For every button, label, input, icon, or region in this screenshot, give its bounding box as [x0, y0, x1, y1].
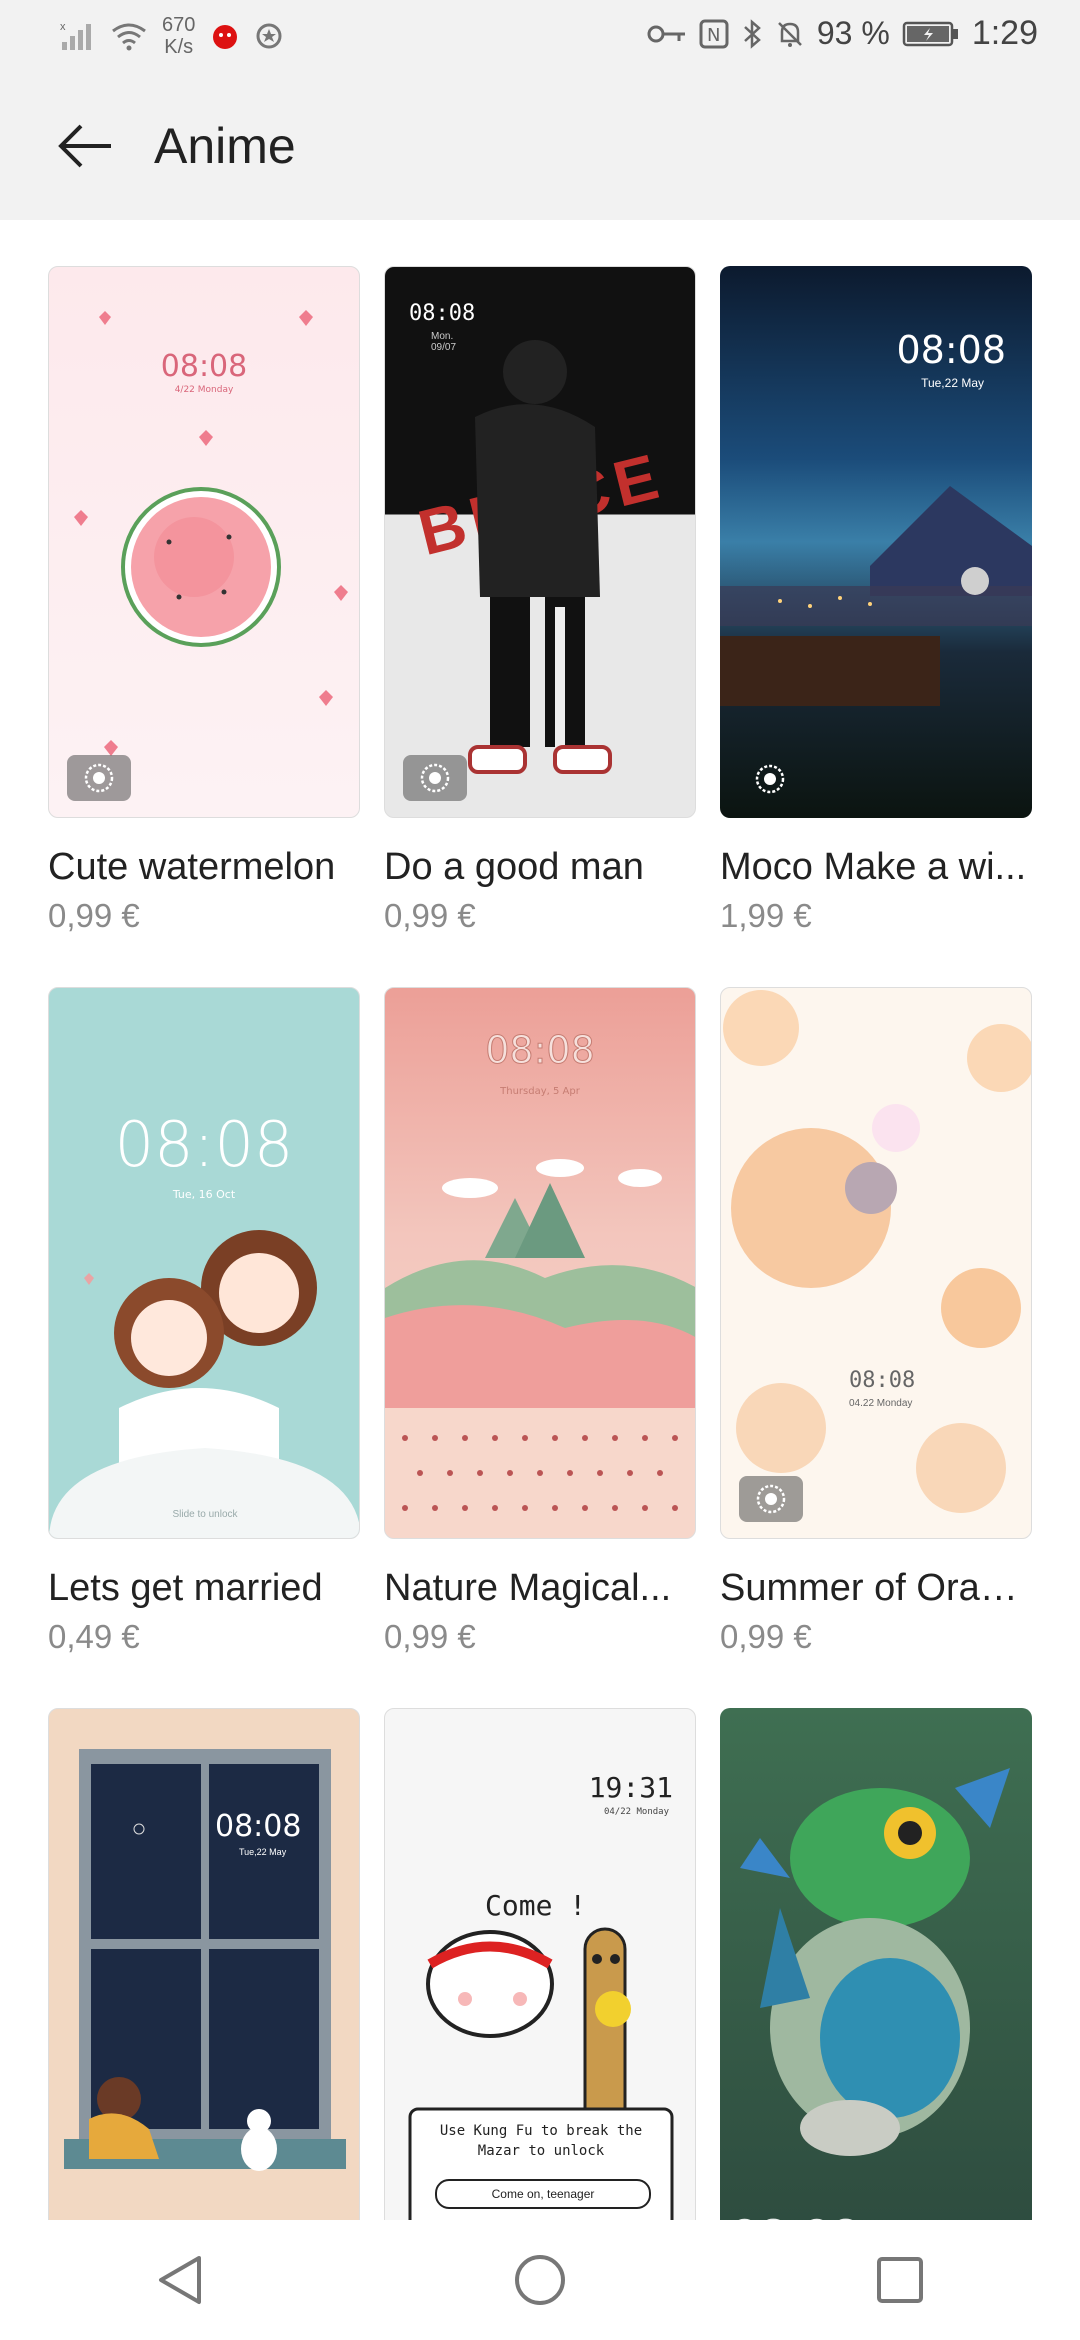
kungfu-characters-art	[408, 1927, 674, 2251]
nav-home-button[interactable]	[480, 2230, 600, 2330]
app-header: Anime	[0, 72, 1080, 220]
theme-thumbnail[interactable]: 08:08	[720, 1708, 1032, 2260]
preview-date: 04.22 Monday	[849, 1398, 913, 1409]
couple-art	[49, 1230, 359, 1538]
net-speed-unit: K/s	[164, 36, 194, 58]
theme-card[interactable]: 08:08 Thursday, 5 Apr Nature Magical... …	[384, 987, 696, 1656]
theme-thumbnail[interactable]: 08:08 Tue, 16 Oct Slide to unlock	[48, 987, 360, 1539]
theme-card[interactable]: 19:31 04/22 Monday Come ! Use Kung Fu to…	[384, 1708, 696, 2260]
live-wallpaper-badge	[403, 755, 467, 801]
orange-cats-art	[723, 990, 1031, 1513]
theme-thumbnail[interactable]: 08:08 Tue,22 May	[720, 266, 1032, 818]
preview-date: Tue,22 May	[239, 1847, 287, 1857]
svg-text:x: x	[60, 21, 66, 33]
theme-card[interactable]: 08:08 Tue,22 May	[48, 1708, 360, 2260]
nav-recents-button[interactable]	[840, 2230, 960, 2330]
live-wallpaper-icon	[755, 764, 785, 794]
system-navigation-bar	[0, 2220, 1080, 2340]
mute-icon	[775, 19, 805, 49]
nfc-icon: N	[699, 19, 729, 49]
nav-back-icon	[159, 2256, 201, 2304]
instruction-text: Use Kung Fu to break the Mazar to unlock	[439, 2123, 643, 2159]
svg-text:N: N	[707, 25, 720, 46]
window-night-art	[64, 1749, 346, 2171]
preview-time: 08:08	[849, 1368, 916, 1393]
theme-price: 1,99 €	[720, 897, 812, 934]
theme-thumbnail[interactable]: 08:08 04.22 Monday	[720, 987, 1032, 1539]
theme-title: Do a good man	[384, 846, 644, 888]
theme-card[interactable]: 08:08 Tue, 16 Oct Slide to unlock Lets g…	[48, 987, 360, 1656]
clock: 1:29	[971, 14, 1038, 52]
back-button[interactable]	[40, 101, 130, 191]
preview-time: 08:08	[215, 1809, 302, 1844]
bluetooth-icon	[741, 18, 763, 49]
nav-home-icon	[515, 2255, 565, 2305]
wifi-icon	[110, 21, 148, 51]
nature-landscape-art	[385, 1159, 695, 1538]
theme-price: 0,99 €	[48, 897, 140, 934]
status-left: x 670 K/s	[60, 14, 283, 58]
key-icon	[647, 22, 687, 46]
theme-title: Moco Make a wi...	[720, 846, 1027, 888]
theme-price: 0,49 €	[48, 1618, 140, 1655]
status-bar: x 670 K/s N 93 % 1:29	[0, 0, 1080, 72]
theme-thumbnail[interactable]: 08:08 Thursday, 5 Apr	[384, 987, 696, 1539]
theme-title: Nature Magical...	[384, 1567, 672, 1609]
status-right: N 93 % 1:29	[647, 14, 1038, 53]
theme-thumbnail[interactable]: 08:08 4/22 Monday	[48, 266, 360, 818]
theme-card[interactable]: 08:08 04.22 Monday Summer of Oran... 0,9…	[720, 987, 1032, 1656]
app-notification-icon	[209, 20, 241, 52]
battery-icon	[902, 20, 960, 48]
game-notification-icon	[255, 22, 283, 50]
live-wallpaper-badge	[67, 755, 131, 801]
live-wallpaper-icon	[84, 763, 114, 793]
live-wallpaper-badge	[738, 756, 802, 802]
fish-monster-art	[740, 1768, 1010, 2156]
theme-price: 0,99 €	[720, 1618, 812, 1655]
come-on-button: Come on, teenager	[435, 2179, 651, 2209]
live-wallpaper-badge	[739, 1476, 803, 1522]
signal-icon: x	[60, 20, 96, 52]
live-wallpaper-icon	[420, 763, 450, 793]
live-wallpaper-icon	[756, 1484, 786, 1514]
watermelon-art	[74, 310, 348, 756]
theme-price: 0,99 €	[384, 897, 476, 934]
theme-title: Summer of Oran...	[720, 1567, 1032, 1609]
theme-thumbnail[interactable]: 08:08 Mon. 09/07 BE ICE	[384, 266, 696, 818]
nav-recents-icon	[877, 2257, 923, 2303]
theme-title: Lets get married	[48, 1567, 323, 1609]
network-speed: 670 K/s	[162, 14, 195, 58]
theme-thumbnail[interactable]: 19:31 04/22 Monday Come ! Use Kung Fu to…	[384, 1708, 696, 2260]
battery-percent: 93 %	[816, 15, 890, 51]
net-speed-value: 670	[162, 14, 196, 36]
theme-grid: 08:08 4/22 Monday Cute watermelon 0,99 €…	[48, 266, 1032, 2260]
page-title: Anime	[154, 118, 296, 174]
theme-card[interactable]: 08:08 4/22 Monday Cute watermelon 0,99 €	[48, 266, 360, 935]
theme-card[interactable]: 08:08 Tue,22 May Moco Make a wi... 1,99 …	[720, 266, 1032, 935]
back-arrow-icon	[58, 124, 111, 168]
theme-price: 0,99 €	[384, 1618, 476, 1655]
theme-card[interactable]: 08:08 Mon. 09/07 BE ICE Do a good man 0,…	[384, 266, 696, 935]
nav-back-button[interactable]	[120, 2230, 240, 2330]
character-art	[468, 340, 612, 774]
night-landscape-art	[720, 486, 1032, 706]
slide-to-unlock: Slide to unlock	[172, 1509, 238, 1520]
theme-title: Cute watermelon	[48, 846, 336, 888]
theme-thumbnail[interactable]: 08:08 Tue,22 May	[48, 1708, 360, 2260]
theme-card[interactable]: 08:08	[720, 1708, 1032, 2260]
